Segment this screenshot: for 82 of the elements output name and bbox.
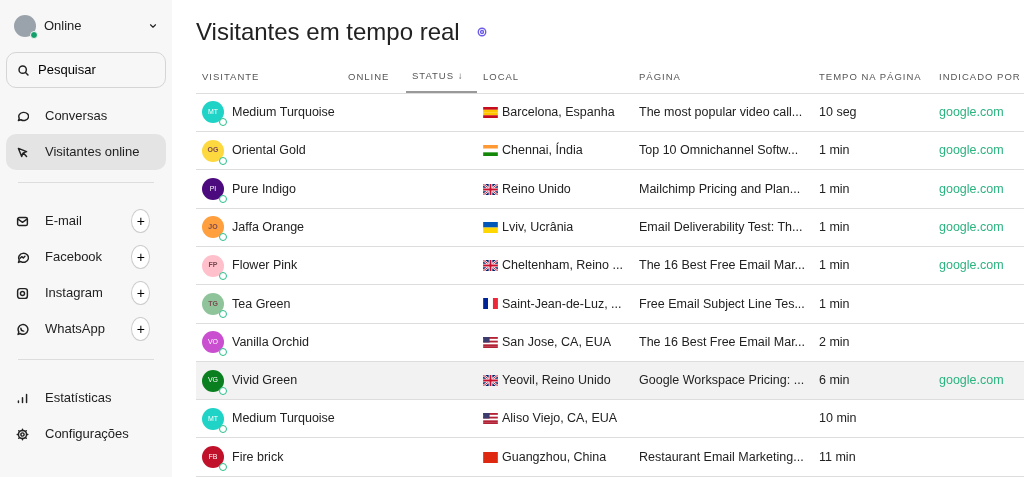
column-header[interactable]: LOCAL [477, 60, 633, 93]
add-button[interactable]: + [131, 281, 150, 305]
settings-icon [16, 427, 29, 441]
nav-item[interactable]: Instagram [6, 275, 132, 311]
add-button[interactable]: + [131, 317, 150, 341]
cursor-arrow-icon [16, 145, 29, 159]
visitor-name: Vivid Green [232, 372, 298, 390]
nav-item[interactable]: E-mail [6, 203, 132, 239]
location-text: Saint-Jean-de-Luz, ... [502, 295, 622, 313]
column-header[interactable]: STATUS ↓ [406, 60, 477, 93]
time-text: 11 min [819, 449, 856, 464]
flag-icon [483, 221, 498, 233]
flag-icon [483, 145, 498, 157]
time-text: 1 min [819, 181, 850, 196]
nav-item[interactable]: Estatísticas [6, 380, 166, 416]
page-title-text: Restaurant Email Marketing... [639, 449, 804, 464]
visitor-name: Fire brick [232, 448, 284, 466]
visitor-name: Oriental Gold [232, 142, 306, 160]
time-text: 1 min [819, 219, 850, 234]
time-text: 1 min [819, 296, 850, 311]
bar-chart-icon [16, 391, 29, 405]
flag-icon [483, 183, 498, 195]
page-title-text: The 16 Best Free Email Mar... [639, 258, 806, 273]
visitor-name: Medium Turquoise [232, 410, 335, 428]
time-text: 2 min [819, 334, 850, 349]
time-text: 10 min [819, 411, 857, 426]
camera-icon [16, 286, 29, 300]
visitor-name: Jaffa Orange [232, 218, 305, 236]
visitor-name: Pure Indigo [232, 180, 296, 198]
column-header[interactable]: ONLINE [342, 60, 406, 93]
visitor-name: Tea Green [232, 295, 291, 313]
location-text: Barcelona, Espanha [502, 104, 615, 122]
time-text: 10 seg [819, 105, 857, 120]
flag-icon [483, 336, 498, 348]
chevron-down-icon [148, 21, 158, 31]
column-header[interactable]: TEMPO NA PÁGINA [813, 60, 933, 93]
page-title-text: Free Email Subject Line Tes... [639, 296, 805, 311]
nav-item[interactable]: Facebook [6, 239, 132, 275]
page-title-text: Google Workspace Pricing: ... [639, 373, 805, 388]
column-header[interactable]: VISITANTE [196, 60, 342, 93]
envelope-icon [16, 214, 29, 228]
column-header[interactable]: INDICADO POR [933, 60, 1024, 93]
flag-icon [483, 375, 498, 386]
page-title-text: Mailchimp Pricing and Plan... [639, 181, 801, 196]
location-text: Cheltenham, Reino ... [502, 257, 623, 275]
visitor-name: Vanilla Orchid [232, 333, 309, 351]
page-title-text: The 16 Best Free Email Mar... [639, 334, 806, 349]
nav-item[interactable]: Visitantes online [6, 134, 166, 170]
page-title-text: Top 10 Omnichannel Softw... [639, 143, 799, 158]
location-text: San Jose, CA, EUA [502, 333, 612, 351]
visitor-name: Medium Turquoise [232, 104, 335, 122]
page-title-text: Email Deliverability Test: Th... [639, 219, 803, 234]
nav-item[interactable]: Conversas [6, 98, 166, 134]
flag-icon [483, 298, 498, 310]
flag-icon [483, 260, 498, 272]
search-button[interactable]: Pesquisar [6, 52, 166, 88]
time-text: 1 min [819, 143, 850, 158]
column-header[interactable]: PÁGINA [633, 60, 813, 93]
location-text: Reino Unido [502, 180, 571, 198]
flag-icon [483, 106, 498, 118]
settings-icon[interactable] [475, 26, 488, 39]
add-button[interactable]: + [131, 209, 150, 233]
nav-item[interactable]: WhatsApp [6, 311, 132, 347]
location-text: Lviv, Ucrânia [502, 218, 574, 236]
visitor-name: Flower Pink [232, 257, 298, 275]
time-text: 6 min [819, 373, 850, 388]
search-icon [17, 63, 30, 77]
chat-bubble-icon [16, 109, 29, 123]
page-title-text: The most popular video call... [639, 105, 803, 120]
add-button[interactable]: + [131, 245, 150, 269]
status-label: Online [44, 17, 83, 36]
messenger-icon [16, 250, 29, 264]
whatsapp-icon [16, 322, 29, 336]
location-text: Aliso Viejo, CA, EUA [502, 410, 618, 428]
location-text: Guangzhou, China [502, 448, 607, 466]
flag-icon [483, 451, 498, 463]
location-text: Yeovil, Reino Unido [502, 372, 611, 390]
time-text: 1 min [819, 258, 850, 273]
location-text: Chennai, Índia [502, 141, 583, 160]
page-title: Visitantes em tempo real [196, 18, 460, 47]
flag-icon [483, 413, 498, 425]
nav-item[interactable]: Configurações [6, 416, 166, 452]
